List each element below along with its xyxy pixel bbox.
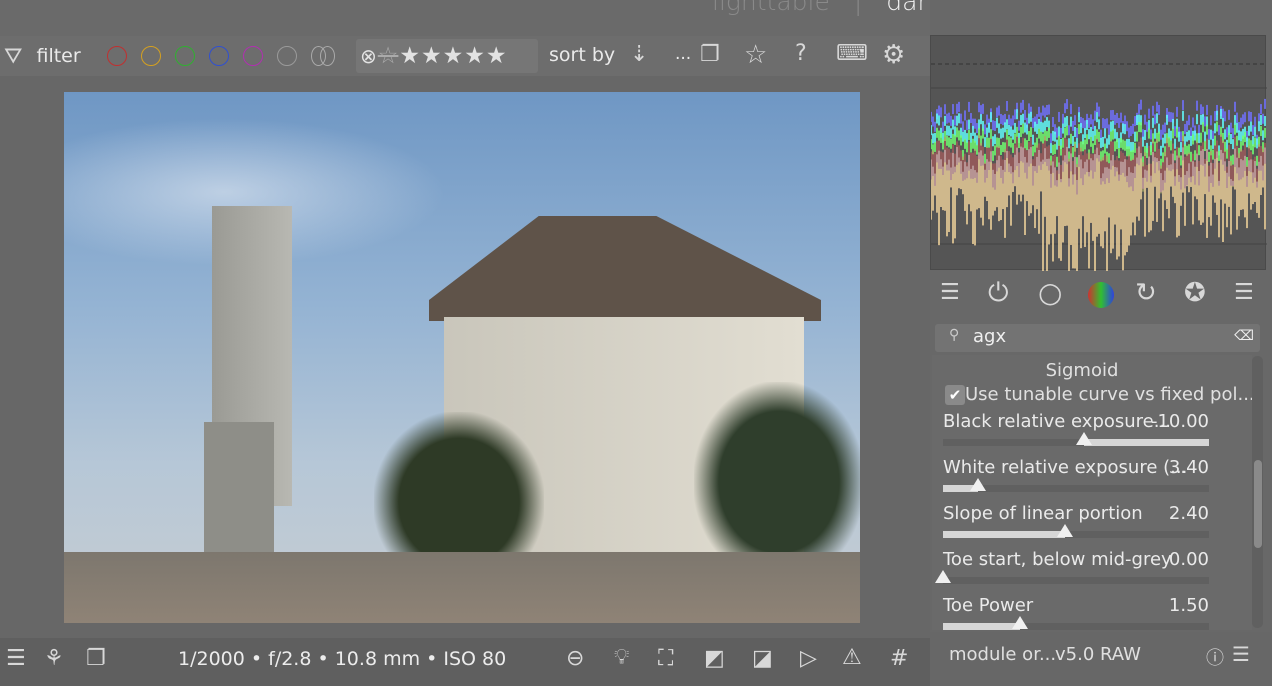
module-search-input[interactable]: ⚲ agx ⌫ bbox=[935, 324, 1260, 352]
tunable-curve-checkbox[interactable]: ✔ bbox=[945, 385, 965, 405]
separator: | bbox=[853, 0, 863, 16]
color-label-filter-0[interactable] bbox=[106, 46, 127, 66]
slider-row[interactable]: Slope of linear portion 2.40 bbox=[943, 503, 1209, 543]
checkbox-label: Use tunable curve vs fixed pol... bbox=[965, 384, 1252, 405]
slider-track[interactable] bbox=[935, 570, 1209, 584]
sigmoid-module: Sigmoid ✔ Use tunable curve vs fixed pol… bbox=[932, 355, 1252, 630]
slider-row[interactable]: Black relative exposure... -10.00 bbox=[943, 411, 1209, 451]
roof bbox=[429, 216, 821, 321]
slider-fill bbox=[1083, 439, 1209, 446]
focus-peaking-icon[interactable]: ⊖ bbox=[566, 646, 584, 671]
module-group-tabs: ☰ ⏻ ○ ↻ ✪ ☰ bbox=[930, 276, 1266, 314]
slider-row[interactable]: White relative exposure (... 3.40 bbox=[943, 457, 1209, 497]
view-lighttable[interactable]: lighttable bbox=[700, 0, 842, 16]
color-label-and-icon[interactable] bbox=[319, 46, 335, 66]
reject-icon[interactable]: ⊗ bbox=[360, 44, 377, 68]
waveform-graph bbox=[930, 63, 1267, 276]
slider-track[interactable] bbox=[943, 478, 1209, 492]
color-label-filter-5[interactable] bbox=[276, 46, 297, 66]
softproof-icon[interactable]: ◩ bbox=[704, 646, 725, 671]
image-preview[interactable] bbox=[64, 92, 860, 623]
unrated-star-icon[interactable]: ☆ bbox=[378, 43, 399, 69]
sort-order-icon[interactable]: ⇣ bbox=[630, 42, 648, 67]
display-size-icon[interactable]: ⛶ bbox=[658, 646, 673, 671]
slider-track[interactable] bbox=[943, 616, 1209, 630]
gamut-icon[interactable]: ◪ bbox=[752, 646, 773, 671]
slider-label: Slope of linear portion bbox=[943, 503, 1143, 524]
slider-fill bbox=[943, 623, 1021, 630]
slider-handle[interactable] bbox=[1075, 432, 1092, 445]
filter-label[interactable]: filter bbox=[36, 45, 80, 67]
keyboard-icon[interactable]: ⌨ bbox=[836, 41, 868, 66]
version-label: v5.0 RAW bbox=[1055, 644, 1141, 665]
star-icon[interactable]: ★ bbox=[464, 43, 485, 69]
menu-icon[interactable]: ☰ bbox=[6, 646, 26, 671]
power-icon[interactable]: ⏻ bbox=[988, 278, 1009, 309]
raw-overexposed-icon[interactable]: ▷ bbox=[800, 646, 817, 671]
presets-menu-icon[interactable]: ☰ bbox=[1234, 280, 1254, 305]
clear-search-icon[interactable]: ⌫ bbox=[1234, 328, 1254, 344]
second-window-icon[interactable]: ❐ bbox=[86, 646, 106, 671]
slider-value[interactable]: 2.40 bbox=[1169, 503, 1209, 524]
search-value: agx bbox=[973, 326, 1007, 347]
slider-row[interactable]: Toe Power 1.50 bbox=[943, 595, 1209, 630]
slider-label: White relative exposure (... bbox=[943, 457, 1188, 478]
circle-icon[interactable]: ○ bbox=[1038, 276, 1062, 309]
rating-filter[interactable]: ⊗ ☆ ★ ★ ★ ★ ★ bbox=[356, 39, 538, 73]
overlay-star-icon[interactable]: ☆ bbox=[744, 40, 767, 70]
settings-gear-icon[interactable]: ⚙ bbox=[882, 40, 905, 70]
menu-icon[interactable]: ☰ bbox=[1232, 642, 1250, 666]
slider-label: Black relative exposure... bbox=[943, 411, 1171, 432]
sort-more[interactable]: ... bbox=[675, 44, 691, 64]
slider-value[interactable]: 1.50 bbox=[1169, 595, 1209, 616]
clipping-warning-icon[interactable]: ⚠ bbox=[842, 645, 862, 670]
slider-value[interactable]: 0.00 bbox=[1169, 549, 1209, 570]
help-icon[interactable]: ? bbox=[795, 41, 807, 66]
quick-access-sliders-icon[interactable]: ☰ bbox=[940, 280, 960, 305]
module-order-label[interactable]: module or... bbox=[949, 644, 1056, 665]
slider-row[interactable]: Toe start, below mid-grey 0.00 bbox=[935, 549, 1209, 589]
star-icon[interactable]: ★ bbox=[486, 43, 507, 69]
slider-handle[interactable] bbox=[935, 570, 951, 583]
slider-label: Toe Power bbox=[943, 595, 1034, 616]
slider-handle[interactable] bbox=[1012, 616, 1029, 629]
effects-group-icon[interactable]: ✪ bbox=[1184, 278, 1206, 308]
color-label-filter-1[interactable] bbox=[140, 46, 161, 66]
module-footer: module or... v5.0 RAW ⓘ ☰ bbox=[930, 632, 1272, 686]
filter-icon[interactable]: ⛛ bbox=[4, 44, 22, 69]
foreground bbox=[64, 552, 860, 623]
slider-value[interactable]: -10.00 bbox=[1151, 411, 1209, 432]
slider-track[interactable] bbox=[943, 432, 1209, 446]
star-icon[interactable]: ★ bbox=[421, 43, 442, 69]
slider-handle[interactable] bbox=[969, 478, 986, 491]
sort-by-label[interactable]: sort by bbox=[549, 44, 615, 66]
color-group-icon[interactable] bbox=[1088, 282, 1114, 308]
slider-value[interactable]: 3.40 bbox=[1169, 457, 1209, 478]
color-label-filter-3[interactable] bbox=[208, 46, 229, 66]
info-icon[interactable]: ⓘ bbox=[1206, 644, 1224, 670]
exif-info: 1/2000 • f/2.8 • 10.8 mm • ISO 80 bbox=[178, 648, 507, 670]
color-label-filter-2[interactable] bbox=[174, 46, 195, 66]
color-assessment-icon[interactable]: ⚘ bbox=[44, 646, 64, 671]
tower-base bbox=[204, 422, 274, 552]
slider-track[interactable] bbox=[943, 524, 1209, 538]
waveform-scope[interactable] bbox=[930, 35, 1267, 276]
slider-label: Toe start, below mid-grey bbox=[943, 549, 1172, 570]
lightbulb-icon[interactable]: 💡︎ bbox=[614, 645, 629, 670]
slider-fill bbox=[943, 531, 1066, 538]
star-icon[interactable]: ★ bbox=[399, 43, 420, 69]
slider-handle[interactable] bbox=[1057, 524, 1074, 537]
search-icon: ⚲ bbox=[949, 327, 960, 343]
color-label-filter-4[interactable] bbox=[242, 46, 263, 66]
scrollbar-thumb[interactable] bbox=[1254, 460, 1262, 548]
module-section-title: Sigmoid bbox=[1045, 360, 1119, 381]
guides-grid-icon[interactable]: # bbox=[890, 646, 908, 671]
grouping-icon[interactable]: ❐ bbox=[700, 42, 720, 67]
star-icon[interactable]: ★ bbox=[443, 43, 464, 69]
correct-group-icon[interactable]: ↻ bbox=[1135, 278, 1157, 308]
